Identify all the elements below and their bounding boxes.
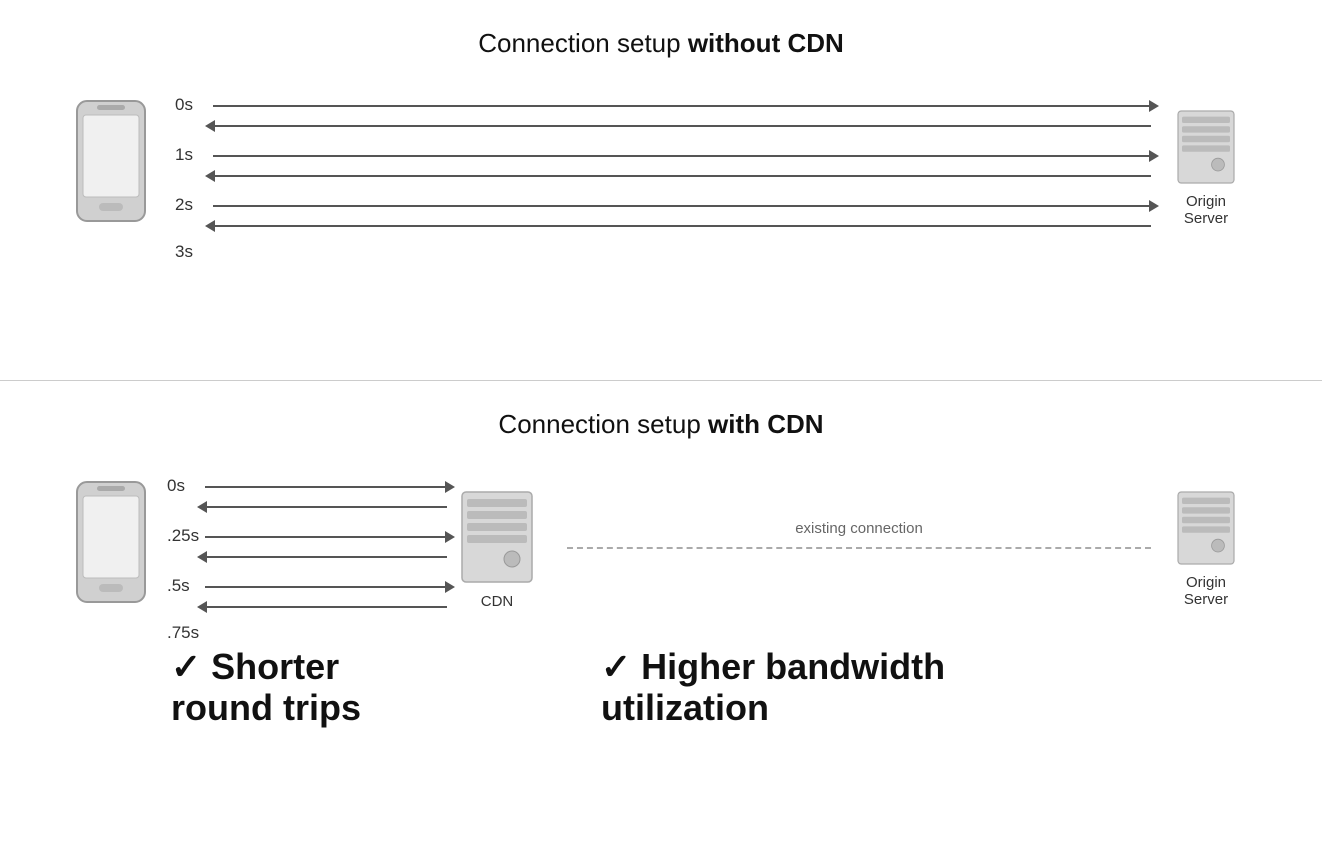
arrow-left-0s-1 (213, 125, 1151, 127)
origin-server-cdn: OriginServer (1161, 488, 1251, 608)
cdn-label: CDN (481, 593, 514, 610)
benefit-shorter-text: ✓ Shorterround trips (171, 646, 571, 729)
top-title-bold: without CDN (688, 28, 844, 58)
origin-server-cdn-label: OriginServer (1184, 574, 1228, 608)
phone-icon-cdn (71, 478, 151, 618)
top-section: Connection setup without CDN (0, 0, 1322, 380)
benefit-bandwidth: ✓ Higher bandwidthutilization (571, 646, 1251, 729)
cdn-arrow-left-25 (205, 556, 447, 558)
benefit-shorter-trips: ✓ Shorterround trips (71, 646, 571, 729)
phone-icon (71, 97, 151, 237)
diagram-container: Connection setup without CDN (0, 0, 1322, 846)
bottom-section: Connection setup with CDN 0s .25s (0, 381, 1322, 846)
time-label-0s: 0s (175, 95, 193, 115)
existing-connection-label: existing connection (795, 520, 923, 537)
bottom-title: Connection setup with CDN (498, 409, 823, 440)
bottom-title-normal: Connection setup (498, 409, 708, 439)
time-label-1s: 1s (175, 145, 193, 165)
origin-server-top: OriginServer (1161, 107, 1251, 227)
cdn-server: CDN (457, 487, 537, 610)
time-label-3s: 3s (175, 242, 193, 262)
cdn-time-0s: 0s (167, 476, 185, 496)
benefit-bandwidth-text: ✓ Higher bandwidthutilization (601, 646, 1251, 729)
origin-server-top-label: OriginServer (1184, 193, 1228, 227)
cdn-arrow-right-0 (205, 486, 447, 488)
arrow-left-2s (213, 225, 1151, 227)
arrow-left-1s (213, 175, 1151, 177)
time-label-2s: 2s (175, 195, 193, 215)
arrow-right-2s (213, 205, 1151, 207)
top-timeline-area: 0s 1s 2s 3s (175, 87, 1151, 247)
top-title: Connection setup without CDN (478, 28, 844, 59)
cdn-arrow-left-5 (205, 606, 447, 608)
arrow-right-1s (213, 155, 1151, 157)
dotted-line (567, 547, 1151, 549)
cdn-diagram-row: 0s .25s .5s .75s (71, 468, 1251, 628)
cdn-time-25s: .25s (167, 526, 199, 546)
top-title-normal: Connection setup (478, 28, 688, 58)
cdn-time-5s: .5s (167, 576, 190, 596)
existing-connection-area: existing connection (567, 468, 1151, 628)
benefits-row: ✓ Shorterround trips ✓ Higher bandwidthu… (71, 646, 1251, 729)
cdn-arrow-right-25 (205, 536, 447, 538)
cdn-timeline-area: 0s .25s .5s .75s (167, 468, 447, 628)
cdn-time-75s: .75s (167, 623, 199, 643)
cdn-arrow-left-0 (205, 506, 447, 508)
bottom-title-bold: with CDN (708, 409, 824, 439)
top-diagram-row: 0s 1s 2s 3s (71, 87, 1251, 247)
arrow-right-0s-1 (213, 105, 1151, 107)
cdn-arrow-right-5 (205, 586, 447, 588)
